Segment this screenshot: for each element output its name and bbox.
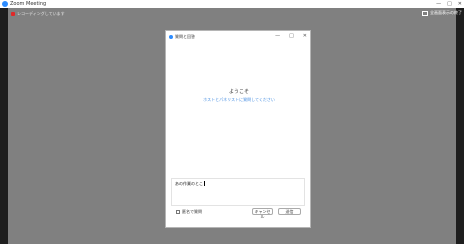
zoom-icon [169, 35, 173, 39]
exit-fullscreen-button[interactable]: 全画面表示の終了 [422, 9, 462, 17]
zoom-app-icon [2, 1, 8, 7]
question-input-value: あの作業のとこ [175, 181, 205, 186]
cancel-button[interactable]: キャンセル [252, 208, 273, 219]
dialog-maximize-icon[interactable]: □ [289, 33, 294, 39]
app-titlebar: Zoom Meeting — □ ✕ [0, 0, 464, 8]
window-controls: — □ ✕ [436, 0, 462, 8]
exit-fullscreen-icon [422, 10, 428, 16]
record-icon [11, 12, 15, 16]
app-title: Zoom Meeting [10, 1, 47, 7]
recording-indicator: レコーディングしています [11, 11, 65, 17]
anonymous-checkbox[interactable] [176, 210, 180, 214]
dialog-minimize-icon[interactable]: — [275, 33, 280, 39]
welcome-title: ようこそ [228, 89, 249, 95]
question-input[interactable]: あの作業のとこ [171, 178, 305, 206]
anonymous-label: 匿名で質問 [182, 209, 202, 214]
exit-fullscreen-label: 全画面表示の終了 [430, 10, 462, 15]
minimize-icon[interactable]: — [436, 0, 441, 8]
dialog-title: 質問と回答 [175, 34, 195, 39]
anonymous-option[interactable]: 匿名で質問 [176, 209, 202, 215]
welcome-subtitle: ホストとパネリストに質問してください [203, 97, 275, 102]
send-button[interactable]: 送信 [278, 208, 301, 215]
dialog-close-icon[interactable]: ✕ [303, 33, 307, 39]
close-icon[interactable]: ✕ [458, 0, 462, 8]
dialog-controls: — □ ✕ [275, 33, 307, 39]
recording-label: レコーディングしています [17, 11, 65, 16]
dialog-titlebar: 質問と回答 [169, 34, 195, 40]
qa-dialog: 質問と回答 — □ ✕ ようこそ ホストとパネリストに質問してください あの作業… [165, 30, 311, 228]
maximize-icon[interactable]: □ [447, 0, 452, 8]
